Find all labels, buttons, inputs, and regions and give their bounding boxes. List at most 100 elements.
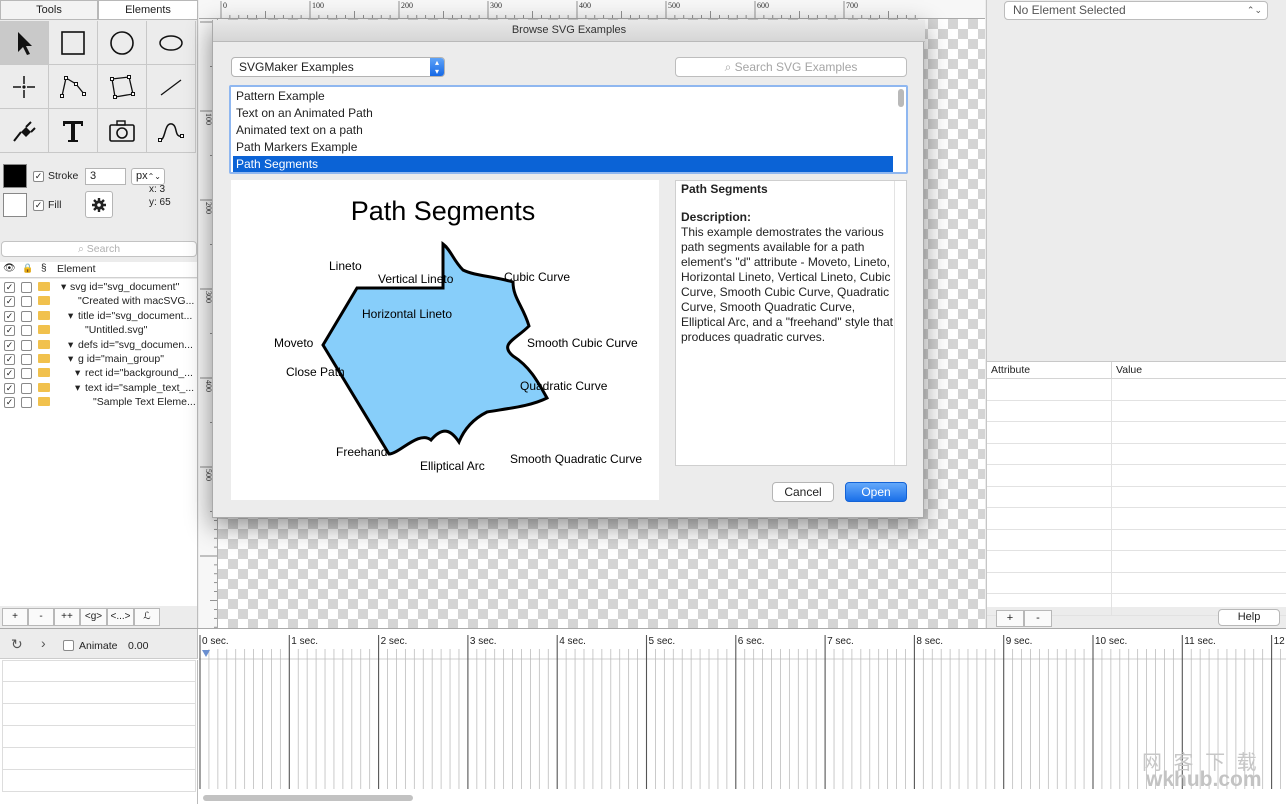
rect-tool[interactable] [49, 21, 98, 65]
line-tool[interactable] [147, 65, 196, 109]
tab-tools[interactable]: Tools [0, 0, 98, 20]
tree-row-label: rect id="background_... [85, 367, 193, 380]
timeline-tick-label: 6 sec. [738, 636, 765, 647]
tree-row-label: g id="main_group" [78, 353, 164, 365]
add-attribute-button[interactable]: + [996, 610, 1024, 627]
animate-checkbox[interactable] [63, 640, 74, 654]
arrow-tool[interactable] [0, 21, 49, 65]
folder-icon [38, 368, 50, 378]
list-item-selected[interactable]: Path Segments [233, 156, 893, 172]
remove-attribute-button[interactable]: - [1024, 610, 1052, 627]
tree-row[interactable]: ✓ "Sample Text Eleme... [0, 395, 197, 409]
folder-icon [38, 282, 50, 291]
label-freehand: Freehand [336, 445, 387, 459]
list-scrollbar[interactable] [898, 89, 904, 107]
stepper-icon: ⌃⌄ [147, 172, 161, 181]
search-icon: ⌕ [77, 243, 87, 255]
stroke-width-input[interactable]: 3 [85, 168, 126, 185]
ellipse-tool[interactable] [147, 21, 196, 65]
tree-row[interactable]: ✓ ▾ g id="main_group" [0, 352, 197, 366]
tree-row[interactable]: ✓ "Created with macSVG... [0, 294, 197, 308]
attribute-row[interactable] [987, 572, 1286, 594]
fill-checkbox[interactable]: ✓ [33, 199, 44, 211]
remove-element-button[interactable]: - [28, 608, 54, 626]
element-select[interactable]: No Element Selected ⌃⌄ [1004, 1, 1268, 20]
plugin-tool[interactable] [0, 109, 49, 153]
path-tool[interactable] [147, 109, 196, 153]
disclosure-icon[interactable]: ▾ [61, 280, 66, 294]
tree-row[interactable]: ✓ "Untitled.svg" [0, 323, 197, 337]
point-tool[interactable] [0, 65, 49, 109]
description-scrollbar[interactable] [894, 181, 906, 465]
attribute-row[interactable] [987, 465, 1286, 487]
polyline-tool[interactable] [49, 65, 98, 109]
example-description: Path Segments Description: This example … [675, 180, 907, 466]
timeline-tick-label: 12 s [1274, 636, 1286, 647]
cancel-button[interactable]: Cancel [772, 482, 834, 502]
open-button[interactable]: Open [845, 482, 907, 502]
crosshair-icon [13, 75, 35, 98]
duplicate-element-button[interactable]: ++ [54, 608, 80, 626]
tree-row[interactable]: ✓ ▾ title id="svg_document... [0, 309, 197, 323]
examples-search-field[interactable]: ⌕ Search SVG Examples [675, 57, 907, 77]
list-item[interactable]: Pattern Example [233, 88, 893, 105]
disclosure-icon[interactable]: ▾ [75, 381, 80, 395]
folder-icon [38, 339, 50, 349]
attribute-column: Attribute [991, 364, 1031, 376]
plug-icon [13, 120, 36, 142]
tool-palette [0, 21, 197, 153]
attribute-header: Attribute Value [987, 361, 1286, 380]
tree-row[interactable]: ✓ ▾ rect id="background_... [0, 366, 197, 380]
tab-elements[interactable]: Elements [98, 0, 198, 20]
attribute-row[interactable] [987, 508, 1286, 530]
script-button[interactable]: ℒ [134, 608, 160, 626]
attribute-row[interactable] [987, 400, 1286, 422]
elements-search[interactable]: ⌕ Search [1, 241, 197, 257]
fill-color-swatch[interactable] [3, 193, 27, 217]
group-button[interactable]: <g> [80, 608, 107, 626]
help-button[interactable]: Help [1218, 609, 1280, 626]
attribute-row[interactable] [987, 379, 1286, 401]
examples-source-select[interactable]: SVGMaker Examples ▴ ▾ [231, 57, 445, 77]
add-element-button[interactable]: + [2, 608, 28, 626]
unit-select[interactable]: px ⌃⌄ [131, 168, 165, 185]
tree-row[interactable]: ✓ ▾ defs id="svg_documen... [0, 338, 197, 352]
label-lineto: Lineto [329, 259, 362, 273]
timeline-tick-label: 7 sec. [827, 636, 854, 647]
attribute-row[interactable] [987, 551, 1286, 573]
tree-row[interactable]: ✓ ▾ svg id="svg_document" [0, 280, 197, 294]
list-item[interactable]: Text on an Animated Path [233, 105, 893, 122]
disclosure-icon[interactable]: ▾ [68, 352, 73, 366]
label-close-path: Close Path [286, 365, 345, 379]
list-item[interactable]: Path Markers Example [233, 139, 893, 156]
attribute-row[interactable] [987, 486, 1286, 508]
description-text: This example demostrates the various pat… [681, 225, 893, 344]
section-column: § [41, 263, 47, 274]
attribute-row[interactable] [987, 443, 1286, 465]
disclosure-icon[interactable]: ▾ [68, 309, 73, 323]
polygon-icon [110, 74, 135, 99]
reload-icon[interactable]: ↻ [11, 636, 23, 653]
image-tool[interactable] [98, 109, 147, 153]
settings-button[interactable] [85, 191, 113, 218]
timeline-tick-label: 5 sec. [649, 636, 676, 647]
attribute-row[interactable] [987, 422, 1286, 444]
list-item[interactable]: Animated text on a path [233, 122, 893, 139]
disclosure-icon[interactable]: ▾ [68, 338, 73, 352]
polygon-tool[interactable] [98, 65, 147, 109]
attribute-row[interactable] [987, 529, 1286, 551]
ungroup-button[interactable]: <...> [107, 608, 134, 626]
timeline-tick-label: 11 sec. [1184, 636, 1216, 647]
ruler-label: 300 [490, 1, 502, 10]
line-icon [160, 78, 182, 96]
play-icon[interactable]: › [41, 635, 46, 651]
disclosure-icon[interactable]: ▾ [75, 366, 80, 380]
circle-tool[interactable] [98, 21, 147, 65]
timeline-scale[interactable]: 0 sec. 1 sec. 2 sec. 3 sec. 4 sec. 5 sec. 6 se… [199, 629, 1286, 804]
stroke-color-swatch[interactable] [3, 164, 27, 188]
stroke-checkbox[interactable]: ✓ [33, 170, 44, 182]
text-tool[interactable] [49, 109, 98, 153]
tree-row[interactable]: ✓ ▾ text id="sample_text_... [0, 381, 197, 395]
timeline-scrollbar[interactable] [203, 795, 413, 801]
tree-row-label: "Sample Text Eleme... [93, 396, 196, 409]
